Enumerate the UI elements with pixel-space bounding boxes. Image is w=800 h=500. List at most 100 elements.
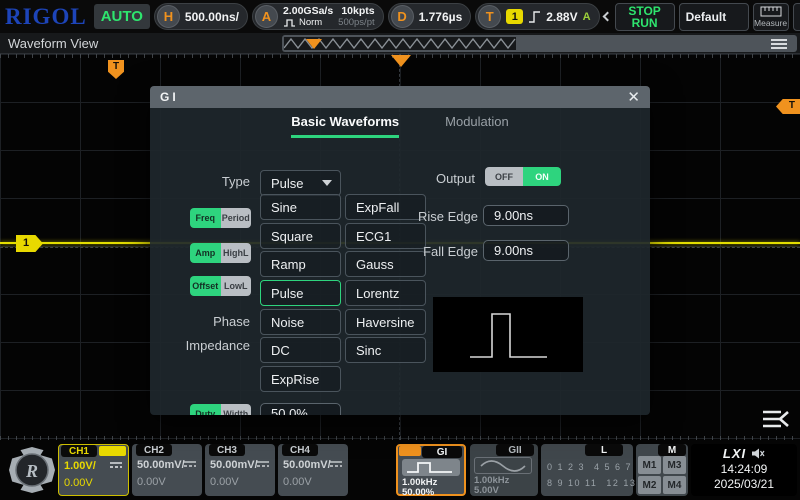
timebase-overview-bar[interactable] xyxy=(282,35,797,52)
rising-edge-icon xyxy=(528,9,541,24)
dc-coupling-icon xyxy=(109,461,123,469)
default-label: Default xyxy=(686,10,742,24)
ch1-scale: 1.00V/ xyxy=(64,460,96,472)
waveform-label: ECG1 xyxy=(356,229,391,244)
math-m2-button[interactable]: M2 xyxy=(638,476,661,494)
default-button[interactable]: Default xyxy=(679,3,749,31)
ch4-offset: 0.00V xyxy=(283,476,312,488)
waveform-sine-button[interactable]: Sine xyxy=(260,194,341,220)
acquire-mode-value: Norm xyxy=(299,17,322,28)
overview-position-marker[interactable] xyxy=(306,39,322,49)
fall-edge-field[interactable]: 9.00ns xyxy=(483,240,569,261)
width-option[interactable]: Width xyxy=(221,404,252,415)
waveform-dc-button[interactable]: DC xyxy=(260,337,341,363)
ch1-ground-marker[interactable]: 1 xyxy=(16,235,43,252)
resolution-value: 500ps/pt xyxy=(338,17,374,28)
waveform-label: Haversine xyxy=(356,315,415,330)
math-tab: M xyxy=(658,444,686,456)
trigger-position-marker[interactable] xyxy=(391,55,411,67)
output-toggle[interactable]: OFF ON xyxy=(485,167,561,186)
duty-value: 50.0% xyxy=(271,406,308,415)
clock-date: 2025/03/21 xyxy=(691,477,797,491)
output-on-option[interactable]: ON xyxy=(523,167,561,186)
duty-width-toggle[interactable]: Duty Width xyxy=(190,404,251,415)
chevron-down-icon xyxy=(322,180,332,186)
scroll-left-icon[interactable] xyxy=(602,12,612,22)
ch1-tab: CH1 xyxy=(61,445,97,457)
dialog-title-bar[interactable]: GI ✕ xyxy=(150,86,650,108)
close-icon[interactable]: ✕ xyxy=(627,90,640,105)
ch3-tab: CH3 xyxy=(209,444,245,456)
waveform-ramp-button[interactable]: Ramp xyxy=(260,251,341,277)
gen1-box[interactable]: GI 1.00kHz 50.00% xyxy=(396,444,466,496)
waveform-exprise-button[interactable]: ExpRise xyxy=(260,366,341,392)
offset-option[interactable]: Offset xyxy=(190,276,221,296)
freq-option[interactable]: Freq xyxy=(190,208,221,228)
ch3-box[interactable]: CH3 50.00mV/ 0.00V xyxy=(205,444,275,496)
tab-basic-waveforms[interactable]: Basic Waveforms xyxy=(291,114,399,138)
math-m3-button[interactable]: M3 xyxy=(663,456,686,474)
tab-modulation[interactable]: Modulation xyxy=(445,114,509,138)
type-label: Type xyxy=(150,174,250,189)
fall-edge-label: Fall Edge xyxy=(378,244,478,259)
math-box[interactable]: M M1 M3 M2 M4 xyxy=(636,444,688,496)
dialog-body: Basic Waveforms Modulation Type Pulse Fr… xyxy=(150,108,650,415)
lowl-option[interactable]: LowL xyxy=(221,276,252,296)
gen2-box[interactable]: GII 1.00kHz 5.00V xyxy=(470,444,538,496)
gen1-tab: GI xyxy=(422,446,462,458)
horizontal-key-icon: H xyxy=(157,5,180,28)
highl-option[interactable]: HighL xyxy=(221,243,252,263)
rise-edge-field[interactable]: 9.00ns xyxy=(483,205,569,226)
duty-option[interactable]: Duty xyxy=(190,404,221,415)
freq-period-toggle[interactable]: Freq Period xyxy=(190,208,251,228)
lxi-label: LXI xyxy=(723,446,746,461)
rise-edge-label: Rise Edge xyxy=(378,209,478,224)
generator-dialog: GI ✕ Basic Waveforms Modulation Type Pul… xyxy=(150,86,650,415)
trigger-mode-badge[interactable]: AUTO xyxy=(94,4,150,29)
duty-value-field[interactable]: 50.0% xyxy=(260,403,341,415)
waveform-lorentz-button[interactable]: Lorentz xyxy=(345,280,426,306)
pulse-preview-icon xyxy=(433,297,583,372)
overview-waveform-window xyxy=(284,37,516,50)
waveform-view-tab[interactable]: Waveform View xyxy=(8,36,98,51)
horizontal-settings-button[interactable]: H 500.00ns/ xyxy=(154,3,248,30)
math-m4-button[interactable]: M4 xyxy=(663,476,686,494)
pulse-icon xyxy=(283,18,296,27)
phase-label: Phase xyxy=(150,314,250,329)
amp-highl-toggle[interactable]: Amp HighL xyxy=(190,243,251,263)
flex-knob-button[interactable]: Flex Kno xyxy=(793,3,800,31)
clock-time: 14:24:09 xyxy=(691,461,797,477)
waveform-haversine-button[interactable]: Haversine xyxy=(345,309,426,335)
side-menu-icon[interactable] xyxy=(760,408,790,430)
waveform-square-button[interactable]: Square xyxy=(260,223,341,249)
run-stop-button[interactable]: STOP RUN xyxy=(615,3,675,31)
rigol-gear-logo: R xyxy=(6,444,58,496)
oscilloscope-screen: RIGOL AUTO H 500.00ns/ A 2.00GSa/s Norm … xyxy=(0,0,800,500)
trigger-level-marker[interactable]: T xyxy=(776,99,800,114)
waveform-label: Square xyxy=(271,229,313,244)
waveform-sinc-button[interactable]: Sinc xyxy=(345,337,426,363)
trigger-source-badge: 1 xyxy=(506,9,523,24)
ch4-box[interactable]: CH4 50.00mV/ 0.00V xyxy=(278,444,348,496)
logic-box[interactable]: L 0 1 2 3 4 5 6 7 8 9 10 11 12 13 14 15 xyxy=(541,444,633,496)
ch1-box[interactable]: CH1 1.00V/ 0.00V xyxy=(58,444,129,496)
trigger-settings-button[interactable]: T 1 2.88V A xyxy=(475,3,599,30)
ch3-scale: 50.00mV/ xyxy=(210,459,258,471)
measure-button[interactable]: Measure xyxy=(753,3,789,31)
offset-lowl-toggle[interactable]: Offset LowL xyxy=(190,276,251,296)
amp-option[interactable]: Amp xyxy=(190,243,221,263)
acquire-settings-button[interactable]: A 2.00GSa/s Norm 10kpts 500ps/pt xyxy=(252,3,384,30)
trigger-time-flag[interactable]: T xyxy=(108,60,124,79)
waveform-noise-button[interactable]: Noise xyxy=(260,309,341,335)
waveform-pulse-button[interactable]: Pulse xyxy=(260,280,341,306)
ch2-scale: 50.00mV/ xyxy=(137,459,185,471)
output-off-option[interactable]: OFF xyxy=(485,167,523,186)
overview-menu-icon[interactable] xyxy=(771,39,787,51)
type-dropdown[interactable]: Pulse xyxy=(260,170,341,196)
delay-settings-button[interactable]: D 1.776µs xyxy=(388,3,472,30)
run-label: RUN xyxy=(622,17,668,29)
ch2-box[interactable]: CH2 50.00mV/ 0.00V xyxy=(132,444,202,496)
math-m1-button[interactable]: M1 xyxy=(638,456,661,474)
period-option[interactable]: Period xyxy=(221,208,252,228)
lxi-status-box[interactable]: LXI 14:24:09 2025/03/21 xyxy=(691,444,797,496)
